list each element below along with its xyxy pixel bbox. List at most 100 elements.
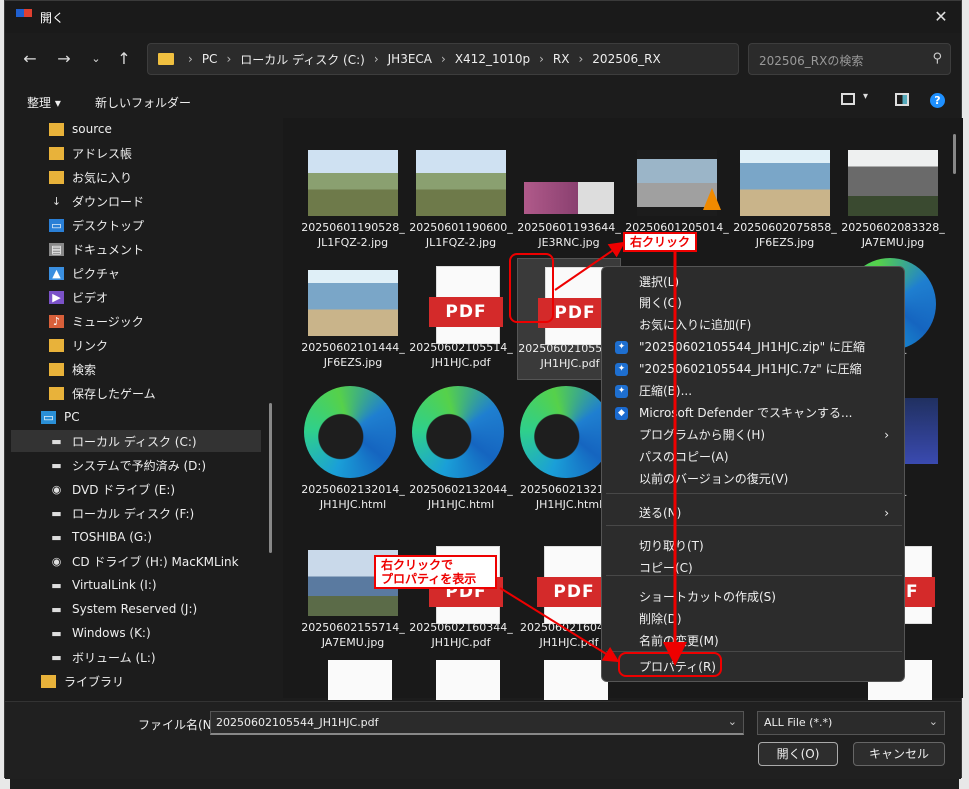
sidebar-item[interactable]: ライブラリ [5, 670, 265, 692]
cancel-button[interactable]: キャンセル [853, 742, 945, 766]
search-icon: ⚲ [932, 51, 942, 66]
context-menu-item-label: 選択(L) [639, 275, 680, 289]
context-menu-item[interactable]: プログラムから開く(H) › [603, 424, 903, 446]
context-menu-item[interactable]: 名前の変更(M) [603, 630, 903, 652]
context-menu-item[interactable]: ショートカットの作成(S) [603, 586, 903, 608]
sidebar-item[interactable]: ♪ ミュージック [5, 310, 265, 332]
dialog-footer: ファイル名(N): 20250602105544_JH1HJC.pdf ⌄ AL… [5, 701, 961, 779]
context-menu-item[interactable]: 送る(N) › [603, 502, 903, 524]
chevron-right-icon: › [539, 52, 544, 66]
breadcrumb-pc[interactable]: PC [202, 52, 218, 66]
help-icon[interactable]: ? [930, 93, 945, 108]
pdf-label: PDF [429, 297, 503, 327]
file-tile[interactable]: 20250601193644_ JE3RNC.jpg [517, 138, 621, 260]
sidebar-item[interactable]: ▬ ローカル ディスク (F:) [5, 502, 265, 524]
search-input[interactable]: 202506_RXの検索 ⚲ [748, 43, 951, 75]
sidebar-item[interactable]: ▭ PC [5, 406, 265, 428]
sidebar-item[interactable]: リンク [5, 334, 265, 356]
sidebar-item[interactable]: ▤ ドキュメント [5, 238, 265, 260]
chevron-right-icon: › [373, 52, 379, 66]
window-title: 開く [40, 10, 65, 25]
file-tile[interactable]: 20250602132014_ JH1HJC.html [301, 386, 405, 521]
close-icon[interactable]: ✕ [931, 7, 951, 26]
breadcrumb-rx[interactable]: RX [553, 52, 570, 66]
context-menu-item[interactable]: 切り取り(T) [603, 535, 903, 557]
file-tile[interactable]: PDF 20250602105514_ JH1HJC.pdf [409, 258, 513, 380]
sidebar-item[interactable]: ▶ ビデオ [5, 286, 265, 308]
forward-arrow-icon[interactable]: → [53, 49, 75, 68]
filename-input[interactable]: 20250602105544_JH1HJC.pdf ⌄ [210, 711, 744, 735]
context-menu-item[interactable]: ✦ "20250602105544_JH1HJC.7z" に圧縮 [603, 358, 903, 380]
sidebar-item[interactable]: ↓ ダウンロード [5, 190, 265, 212]
sidebar-item-label: ライブラリ [64, 674, 125, 689]
sidebar-item-label: ピクチャ [72, 266, 120, 281]
context-menu-item[interactable]: 削除(D) [603, 608, 903, 630]
sidebar-item[interactable]: ▬ ボリューム (L:) [5, 646, 265, 668]
context-menu-item[interactable]: 以前のバージョンの復元(V) [603, 468, 903, 490]
context-menu-item[interactable]: ◆ Microsoft Defender でスキャンする... [603, 402, 903, 424]
context-menu-item[interactable]: ✦ 圧縮(B)... [603, 380, 903, 402]
image-thumbnail [308, 270, 398, 336]
file-view-scrollbar[interactable] [951, 118, 959, 698]
pc-icon: ▭ [41, 410, 56, 424]
breadcrumb-x412[interactable]: X412_1010p [455, 52, 530, 66]
file-tile[interactable]: 20250602101444_ JF6EZS.jpg [301, 258, 405, 380]
breadcrumb-jh3eca[interactable]: JH3ECA [388, 52, 432, 66]
chevron-down-icon[interactable]: ⌄ [85, 52, 107, 65]
chevron-down-icon[interactable]: ▾ [863, 91, 868, 102]
context-menu-item-label: お気に入りに追加(F) [639, 318, 752, 332]
sidebar-item[interactable]: お気に入り [5, 166, 265, 188]
file-name-line: JH1HJC.html [427, 498, 495, 511]
sidebar-item[interactable]: ▭ デスクトップ [5, 214, 265, 236]
context-menu-item[interactable]: ✦ "20250602105544_JH1HJC.zip" に圧縮 [603, 336, 903, 358]
sidebar-item[interactable]: source [5, 118, 265, 140]
preview-pane-icon[interactable] [895, 93, 909, 106]
chevron-down-icon[interactable]: ⌄ [728, 715, 737, 728]
sidebar-item[interactable]: ▬ ローカル ディスク (C:) [11, 430, 261, 452]
sidebar-item[interactable]: 保存したゲーム [5, 382, 265, 404]
sidebar-item[interactable]: ▬ VirtualLink (I:) [5, 574, 265, 596]
sidebar-item-label: ミュージック [72, 314, 144, 329]
sidebar-item[interactable]: ▬ システムで予約済み (D:) [5, 454, 265, 476]
sidebar-item[interactable]: ◉ DVD ドライブ (E:) [5, 478, 265, 500]
file-tile[interactable]: 20250601190528_ JL1FQZ-2.jpg [301, 138, 405, 260]
file-tile[interactable]: 20250601190600_ JL1FQZ-2.jpg [409, 138, 513, 260]
context-menu-item[interactable]: お気に入りに追加(F) [603, 314, 903, 336]
search-placeholder: 202506_RXの検索 [759, 54, 864, 68]
new-folder-button[interactable]: 新しいフォルダー [95, 94, 191, 111]
pdf-file-icon: PDF [537, 546, 611, 624]
context-menu-item[interactable]: 選択(L) [603, 271, 903, 293]
context-menu-item[interactable]: パスのコピー(A) [603, 446, 903, 468]
file-type-select[interactable]: ALL File (*.*) ⌄ [757, 711, 945, 735]
sidebar-item[interactable]: ▬ TOSHIBA (G:) [5, 526, 265, 548]
sidebar-item[interactable]: 検索 [5, 358, 265, 380]
vlc-icon [703, 188, 721, 210]
sidebar-item[interactable]: ◉ CD ドライブ (H:) MacKMLink [5, 550, 265, 572]
view-icon[interactable] [841, 93, 855, 105]
file-tile[interactable]: 20250602075858_ JF6EZS.jpg [733, 138, 837, 260]
file-tile[interactable]: 20250602132044_ JH1HJC.html [409, 386, 513, 521]
chevron-right-icon: › [441, 52, 446, 66]
context-menu-item[interactable]: 開く(O) [603, 292, 903, 314]
organize-button[interactable]: 整理 ▾ [27, 94, 61, 111]
back-arrow-icon[interactable]: ← [19, 49, 41, 68]
sidebar-item[interactable]: ▬ System Reserved (J:) [5, 598, 265, 620]
sidebar-item[interactable]: ▲ ピクチャ [5, 262, 265, 284]
file-name: 20250602083328_ JA7EMU.jpg [841, 220, 945, 250]
address-bar[interactable]: › PC › ローカル ディスク (C:) › JH3ECA › X412_10… [147, 43, 739, 75]
file-name-line: 20250602083328_ [841, 221, 945, 234]
callout-right-click: 右クリック [623, 232, 698, 252]
context-menu-item-label: ショートカットの作成(S) [639, 590, 776, 604]
up-arrow-icon[interactable]: ↑ [113, 49, 135, 68]
sidebar-scrollbar[interactable] [269, 118, 273, 698]
breadcrumb-current[interactable]: 202506_RX [592, 52, 660, 66]
breadcrumb-local-disk[interactable]: ローカル ディスク (C:) [240, 51, 365, 68]
file-tile[interactable]: 20250602083328_ JA7EMU.jpg [841, 138, 945, 260]
file-name-line: 20250602101444_ [301, 341, 405, 354]
open-button[interactable]: 開く(O) [758, 742, 838, 766]
sidebar-item-label: ローカル ディスク (C:) [72, 434, 197, 449]
defender-shield-icon: ◆ [615, 407, 628, 420]
sidebar-item[interactable]: ▬ Windows (K:) [5, 622, 265, 644]
chevron-right-icon: › [226, 52, 232, 66]
sidebar-item[interactable]: アドレス帳 [5, 142, 265, 164]
